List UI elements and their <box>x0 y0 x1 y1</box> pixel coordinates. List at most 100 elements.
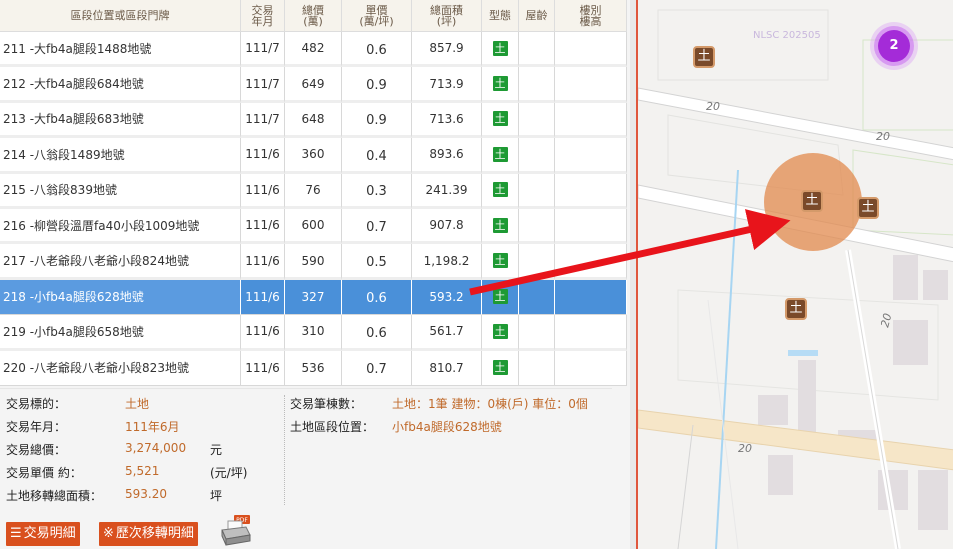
transfer-history-label: 歷次移轉明細 <box>115 526 194 541</box>
cell-total: 600 <box>285 208 342 245</box>
cell-area: 561.7 <box>412 315 482 351</box>
cell-floor <box>555 138 627 174</box>
cell-area: 1,198.2 <box>412 244 482 280</box>
unit-value: 5,521 <box>125 464 160 478</box>
cell-date: 111/6 <box>241 279 285 316</box>
cell-age <box>519 138 555 174</box>
land-marker-icon[interactable]: 土 <box>785 298 807 320</box>
cell-date: 111/6 <box>241 350 285 386</box>
table-row[interactable]: 215 -八翁段839地號 111/6 76 0.3 241.39 土 <box>0 173 627 209</box>
cell-area: 907.8 <box>412 208 482 245</box>
cell-unit: 0.6 <box>342 279 412 316</box>
cell-address: 214 -八翁段1489地號 <box>0 138 241 174</box>
cell-area: 713.6 <box>412 102 482 139</box>
col-age[interactable]: 屋齡 <box>519 0 555 32</box>
cell-address: 220 -八老爺段八老爺小段823地號 <box>0 350 241 386</box>
cell-date: 111/6 <box>241 208 285 245</box>
table-row[interactable]: 214 -八翁段1489地號 111/6 360 0.4 893.6 土 <box>0 138 627 174</box>
land-type-icon: 土 <box>492 289 508 305</box>
transaction-detail-button[interactable]: ☰ 交易明細 <box>6 522 80 546</box>
table-header-row: 區段位置或區段門牌 交易 年月 總價 (萬) 單價 (萬/坪) 總面積 (坪) … <box>0 0 627 32</box>
col-area[interactable]: 總面積 (坪) <box>412 0 482 32</box>
cell-area: 713.9 <box>412 67 482 103</box>
cell-unit: 0.4 <box>342 138 412 174</box>
cell-age <box>519 244 555 280</box>
cell-total: 76 <box>285 173 342 209</box>
cell-unit: 0.6 <box>342 315 412 351</box>
cell-type: 土 <box>482 279 519 316</box>
col-unit-price[interactable]: 單價 (萬/坪) <box>342 0 412 32</box>
cell-unit: 0.9 <box>342 67 412 103</box>
cell-type: 土 <box>482 32 519 68</box>
area-value: 593.20 <box>125 487 167 501</box>
location-value: 小fb4a腿段628地號 <box>392 420 502 434</box>
cell-unit: 0.5 <box>342 244 412 280</box>
cell-address: 218 -小fb4a腿段628地號 <box>0 279 241 316</box>
cell-total: 482 <box>285 32 342 68</box>
land-type-icon: 土 <box>492 253 508 269</box>
col-date[interactable]: 交易 年月 <box>241 0 285 32</box>
cell-unit: 0.6 <box>342 32 412 68</box>
date-value: 111年6月 <box>125 420 180 434</box>
cell-unit: 0.9 <box>342 102 412 139</box>
cell-floor <box>555 244 627 280</box>
col-address[interactable]: 區段位置或區段門牌 <box>0 0 241 32</box>
table-row[interactable]: 213 -大fb4a腿段683地號 111/7 648 0.9 713.6 土 <box>0 102 627 139</box>
table-row[interactable]: 212 -大fb4a腿段684地號 111/7 649 0.9 713.9 土 <box>0 67 627 103</box>
transaction-detail: 交易標的： 土地 交易年月： 111年6月 交易總價： 3,274,000 元 … <box>0 388 612 549</box>
land-type-icon: 土 <box>492 182 508 198</box>
map-watermark: NLSC 202505 <box>753 30 821 41</box>
cell-total: 536 <box>285 350 342 386</box>
cell-area: 810.7 <box>412 350 482 386</box>
map-view[interactable]: 20 20 20 20 NLSC 202505 2 土 土 土 土 <box>636 0 953 549</box>
land-marker-icon[interactable]: 土 <box>857 197 879 219</box>
land-type-icon: 土 <box>492 217 508 233</box>
cell-type: 土 <box>482 244 519 280</box>
cell-age <box>519 173 555 209</box>
cell-date: 111/6 <box>241 138 285 174</box>
transaction-table: 區段位置或區段門牌 交易 年月 總價 (萬) 單價 (萬/坪) 總面積 (坪) … <box>0 0 627 386</box>
target-value: 土地 <box>125 397 150 411</box>
list-icon: ☰ <box>10 526 22 541</box>
cell-age <box>519 315 555 351</box>
cell-total: 649 <box>285 67 342 103</box>
area-unit: 坪 <box>210 489 223 503</box>
table-row[interactable]: 211 -大fb4a腿段1488地號 111/7 482 0.6 857.9 土 <box>0 32 627 68</box>
cell-type: 土 <box>482 350 519 386</box>
location-label: 土地區段位置： <box>290 420 375 434</box>
cell-floor <box>555 173 627 209</box>
detail-divider <box>284 395 285 505</box>
cell-age <box>519 102 555 139</box>
cell-floor <box>555 350 627 386</box>
cell-address: 213 -大fb4a腿段683地號 <box>0 102 241 139</box>
cell-age <box>519 208 555 245</box>
land-marker-icon[interactable]: 土 <box>693 46 715 68</box>
land-type-icon: 土 <box>492 76 508 92</box>
table-row[interactable]: 218 -小fb4a腿段628地號 111/6 327 0.6 593.2 土 <box>0 279 627 316</box>
pdf-printer-icon[interactable]: PDF <box>220 515 252 547</box>
land-type-icon: 土 <box>492 40 508 56</box>
table-row[interactable]: 220 -八老爺段八老爺小段823地號 111/6 536 0.7 810.7 土 <box>0 350 627 386</box>
table-row[interactable]: 219 -小fb4a腿段658地號 111/6 310 0.6 561.7 土 <box>0 315 627 351</box>
transaction-detail-label: 交易明細 <box>23 526 76 541</box>
cell-total: 310 <box>285 315 342 351</box>
cell-floor <box>555 315 627 351</box>
cell-date: 111/6 <box>241 244 285 280</box>
cell-area: 241.39 <box>412 173 482 209</box>
col-floor[interactable]: 樓別 樓高 <box>555 0 627 32</box>
cell-date: 111/6 <box>241 315 285 351</box>
cluster-icon[interactable]: 2 <box>878 30 910 62</box>
transfer-history-button[interactable]: ※ 歷次移轉明細 <box>99 522 198 546</box>
cell-age <box>519 279 555 316</box>
col-total[interactable]: 總價 (萬) <box>285 0 342 32</box>
note-mark-icon: ※ <box>103 526 114 541</box>
land-type-icon: 土 <box>492 360 508 376</box>
table-row[interactable]: 217 -八老爺段八老爺小段824地號 111/6 590 0.5 1,198.2 土 <box>0 244 627 280</box>
total-label: 交易總價： <box>6 443 67 457</box>
col-type[interactable]: 型態 <box>482 0 519 32</box>
cell-address: 219 -小fb4a腿段658地號 <box>0 315 241 351</box>
land-marker-icon[interactable]: 土 <box>801 190 823 212</box>
table-row[interactable]: 216 -柳營段溫厝fa40小段1009地號 111/6 600 0.7 907.8 土 <box>0 208 627 245</box>
count-value: 土地：1筆 建物：0棟(戶) 車位：0個 <box>392 397 588 411</box>
cell-type: 土 <box>482 138 519 174</box>
